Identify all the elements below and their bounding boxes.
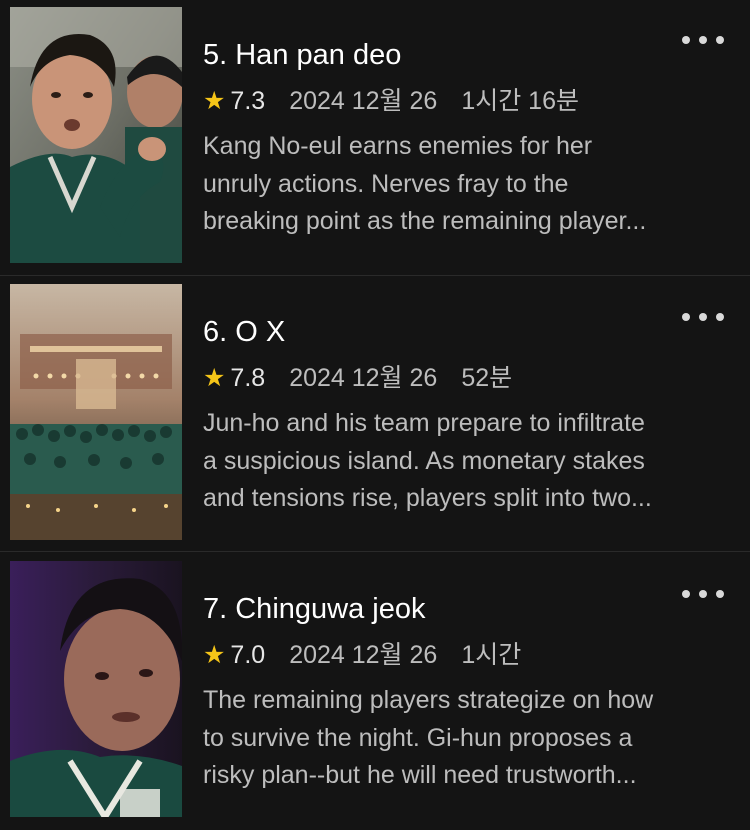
- description-line: Jun-ho and his team prepare to infiltrat…: [203, 409, 645, 437]
- episode-runtime: 52분: [461, 364, 513, 392]
- episode-item[interactable]: 7. Chinguwa jeok ★ 7.0 2024 12월 26 1시간 T…: [0, 554, 750, 830]
- episode-rating: 7.8: [230, 364, 266, 392]
- episode-meta: ★ 7.0 2024 12월 26 1시간: [203, 640, 521, 670]
- more-options-icon: [716, 36, 724, 44]
- episode-runtime: 1시간 16분: [461, 87, 579, 115]
- episode-title: 6. O X: [203, 316, 286, 348]
- episode-thumbnail[interactable]: [10, 561, 182, 817]
- description-line: a suspicious island. As monetary stakes: [203, 446, 645, 475]
- description-line: risky plan--but he will need trustworth.…: [203, 761, 637, 789]
- episode-meta: ★ 7.8 2024 12월 26 52분: [203, 363, 512, 393]
- episode-title: 7. Chinguwa jeok: [203, 593, 426, 625]
- more-options-icon: [682, 313, 690, 321]
- more-options-icon: [699, 36, 707, 44]
- episode-list: 5. Han pan deo ★ 7.3 2024 12월 26 1시간 16분…: [0, 0, 750, 817]
- description-line: and tensions rise, players split into tw…: [203, 484, 652, 512]
- description-line: to survive the night. Gi-hun proposes a: [203, 723, 633, 752]
- more-options-icon: [682, 36, 690, 44]
- description-line: The remaining players strategize on how: [203, 686, 654, 714]
- star-icon: ★: [203, 364, 226, 392]
- more-options-icon: [682, 590, 690, 598]
- more-options-button[interactable]: [682, 308, 724, 326]
- more-options-icon: [716, 590, 724, 598]
- star-icon: ★: [203, 87, 226, 115]
- episode-thumbnail[interactable]: [10, 7, 182, 263]
- episode-title: 5. Han pan deo: [203, 39, 402, 71]
- episode-description: Jun-ho and his team prepare to infiltrat…: [203, 405, 733, 518]
- episode-rating: 7.0: [230, 641, 266, 669]
- more-options-icon: [699, 590, 707, 598]
- description-line: unruly actions. Nerves fray to the: [203, 169, 569, 198]
- episode-description: Kang No-eul earns enemies for her unruly…: [203, 128, 733, 241]
- episode-air-date: 2024 12월 26: [289, 87, 438, 115]
- episode-item[interactable]: 5. Han pan deo ★ 7.3 2024 12월 26 1시간 16분…: [0, 0, 750, 276]
- divider: [0, 551, 750, 552]
- description-line: Kang No-eul earns enemies for her: [203, 132, 593, 160]
- episode-rating: 7.3: [230, 87, 266, 115]
- episode-runtime: 1시간: [461, 641, 522, 669]
- star-icon: ★: [203, 641, 226, 669]
- episode-description: The remaining players strategize on how …: [203, 682, 733, 795]
- more-options-button[interactable]: [682, 31, 724, 49]
- episode-air-date: 2024 12월 26: [289, 364, 438, 392]
- description-line: breaking point as the remaining player..…: [203, 207, 647, 235]
- episode-meta: ★ 7.3 2024 12월 26 1시간 16분: [203, 86, 579, 116]
- episode-thumbnail[interactable]: [10, 284, 182, 540]
- more-options-button[interactable]: [682, 585, 724, 603]
- divider: [0, 275, 750, 276]
- episode-item[interactable]: 6. O X ★ 7.8 2024 12월 26 52분 Jun-ho and …: [0, 277, 750, 553]
- more-options-icon: [699, 313, 707, 321]
- more-options-icon: [716, 313, 724, 321]
- episode-air-date: 2024 12월 26: [289, 641, 438, 669]
